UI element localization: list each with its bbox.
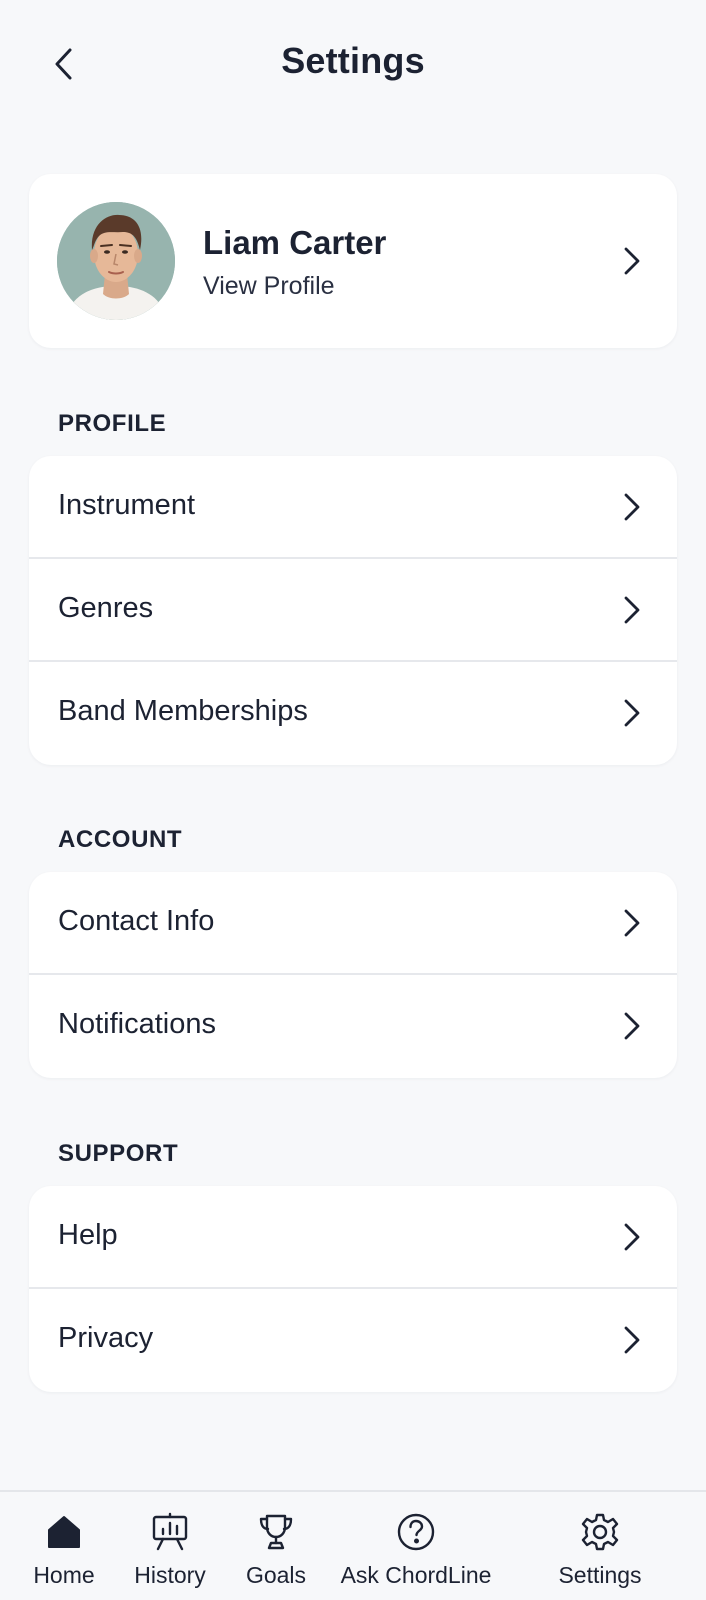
nav-item-ask-chordline[interactable]: Ask ChordLine <box>336 1492 496 1600</box>
section-label-support: SUPPORT <box>58 1140 179 1167</box>
list-item-contact-info[interactable]: Contact Info <box>29 872 677 975</box>
chevron-right-icon <box>621 1222 643 1252</box>
chevron-right-icon <box>621 492 643 522</box>
list-item-notifications[interactable]: Notifications <box>29 975 677 1078</box>
section-label-profile: PROFILE <box>58 410 167 437</box>
list-item-label: Privacy <box>58 1322 154 1354</box>
list-item-label: Band Memberships <box>58 695 308 727</box>
list-item-help[interactable]: Help <box>29 1186 677 1289</box>
chevron-right-icon <box>621 1011 643 1041</box>
nav-item-history[interactable]: History <box>124 1492 216 1600</box>
nav-item-home[interactable]: Home <box>24 1492 104 1600</box>
view-profile-link[interactable]: View Profile <box>203 272 335 301</box>
section-label-account: ACCOUNT <box>58 826 183 853</box>
list-item-band-memberships[interactable]: Band Memberships <box>29 662 677 765</box>
help-circle-icon <box>396 1512 436 1552</box>
bottom-nav: Home History Goals Ask ChordLine Setting… <box>0 1490 706 1600</box>
profile-card[interactable]: Liam Carter View Profile <box>29 174 677 348</box>
chevron-right-icon <box>621 1325 643 1355</box>
support-settings-list: Help Privacy <box>29 1186 677 1392</box>
gear-icon <box>580 1512 620 1552</box>
trophy-icon <box>256 1512 296 1552</box>
chevron-right-icon <box>621 698 643 728</box>
list-item-instrument[interactable]: Instrument <box>29 456 677 559</box>
avatar <box>57 202 175 320</box>
nav-label: Goals <box>245 1562 307 1588</box>
list-item-label: Help <box>58 1219 118 1251</box>
nav-label: Settings <box>558 1562 642 1588</box>
account-settings-list: Contact Info Notifications <box>29 872 677 1078</box>
nav-label: Home <box>33 1562 95 1588</box>
list-item-genres[interactable]: Genres <box>29 559 677 662</box>
chevron-right-icon <box>621 908 643 938</box>
list-item-label: Genres <box>58 592 154 624</box>
profile-name: Liam Carter <box>203 224 387 261</box>
header: Settings <box>0 0 706 132</box>
profile-settings-list: Instrument Genres Band Memberships <box>29 456 677 765</box>
home-icon <box>44 1512 84 1552</box>
list-item-label: Notifications <box>58 1008 216 1040</box>
list-item-label: Contact Info <box>58 905 215 937</box>
chart-board-icon <box>150 1512 190 1552</box>
nav-label: Ask ChordLine <box>340 1562 492 1588</box>
settings-screen: Settings Liam Carter View Profile PROFIL… <box>0 0 706 1600</box>
nav-item-settings[interactable]: Settings <box>550 1492 650 1600</box>
chevron-right-icon <box>621 595 643 625</box>
nav-item-goals[interactable]: Goals <box>236 1492 316 1600</box>
nav-label: History <box>134 1562 206 1588</box>
chevron-right-icon <box>621 246 643 276</box>
list-item-label: Instrument <box>58 489 195 521</box>
list-item-privacy[interactable]: Privacy <box>29 1289 677 1392</box>
page-title: Settings <box>281 40 425 81</box>
